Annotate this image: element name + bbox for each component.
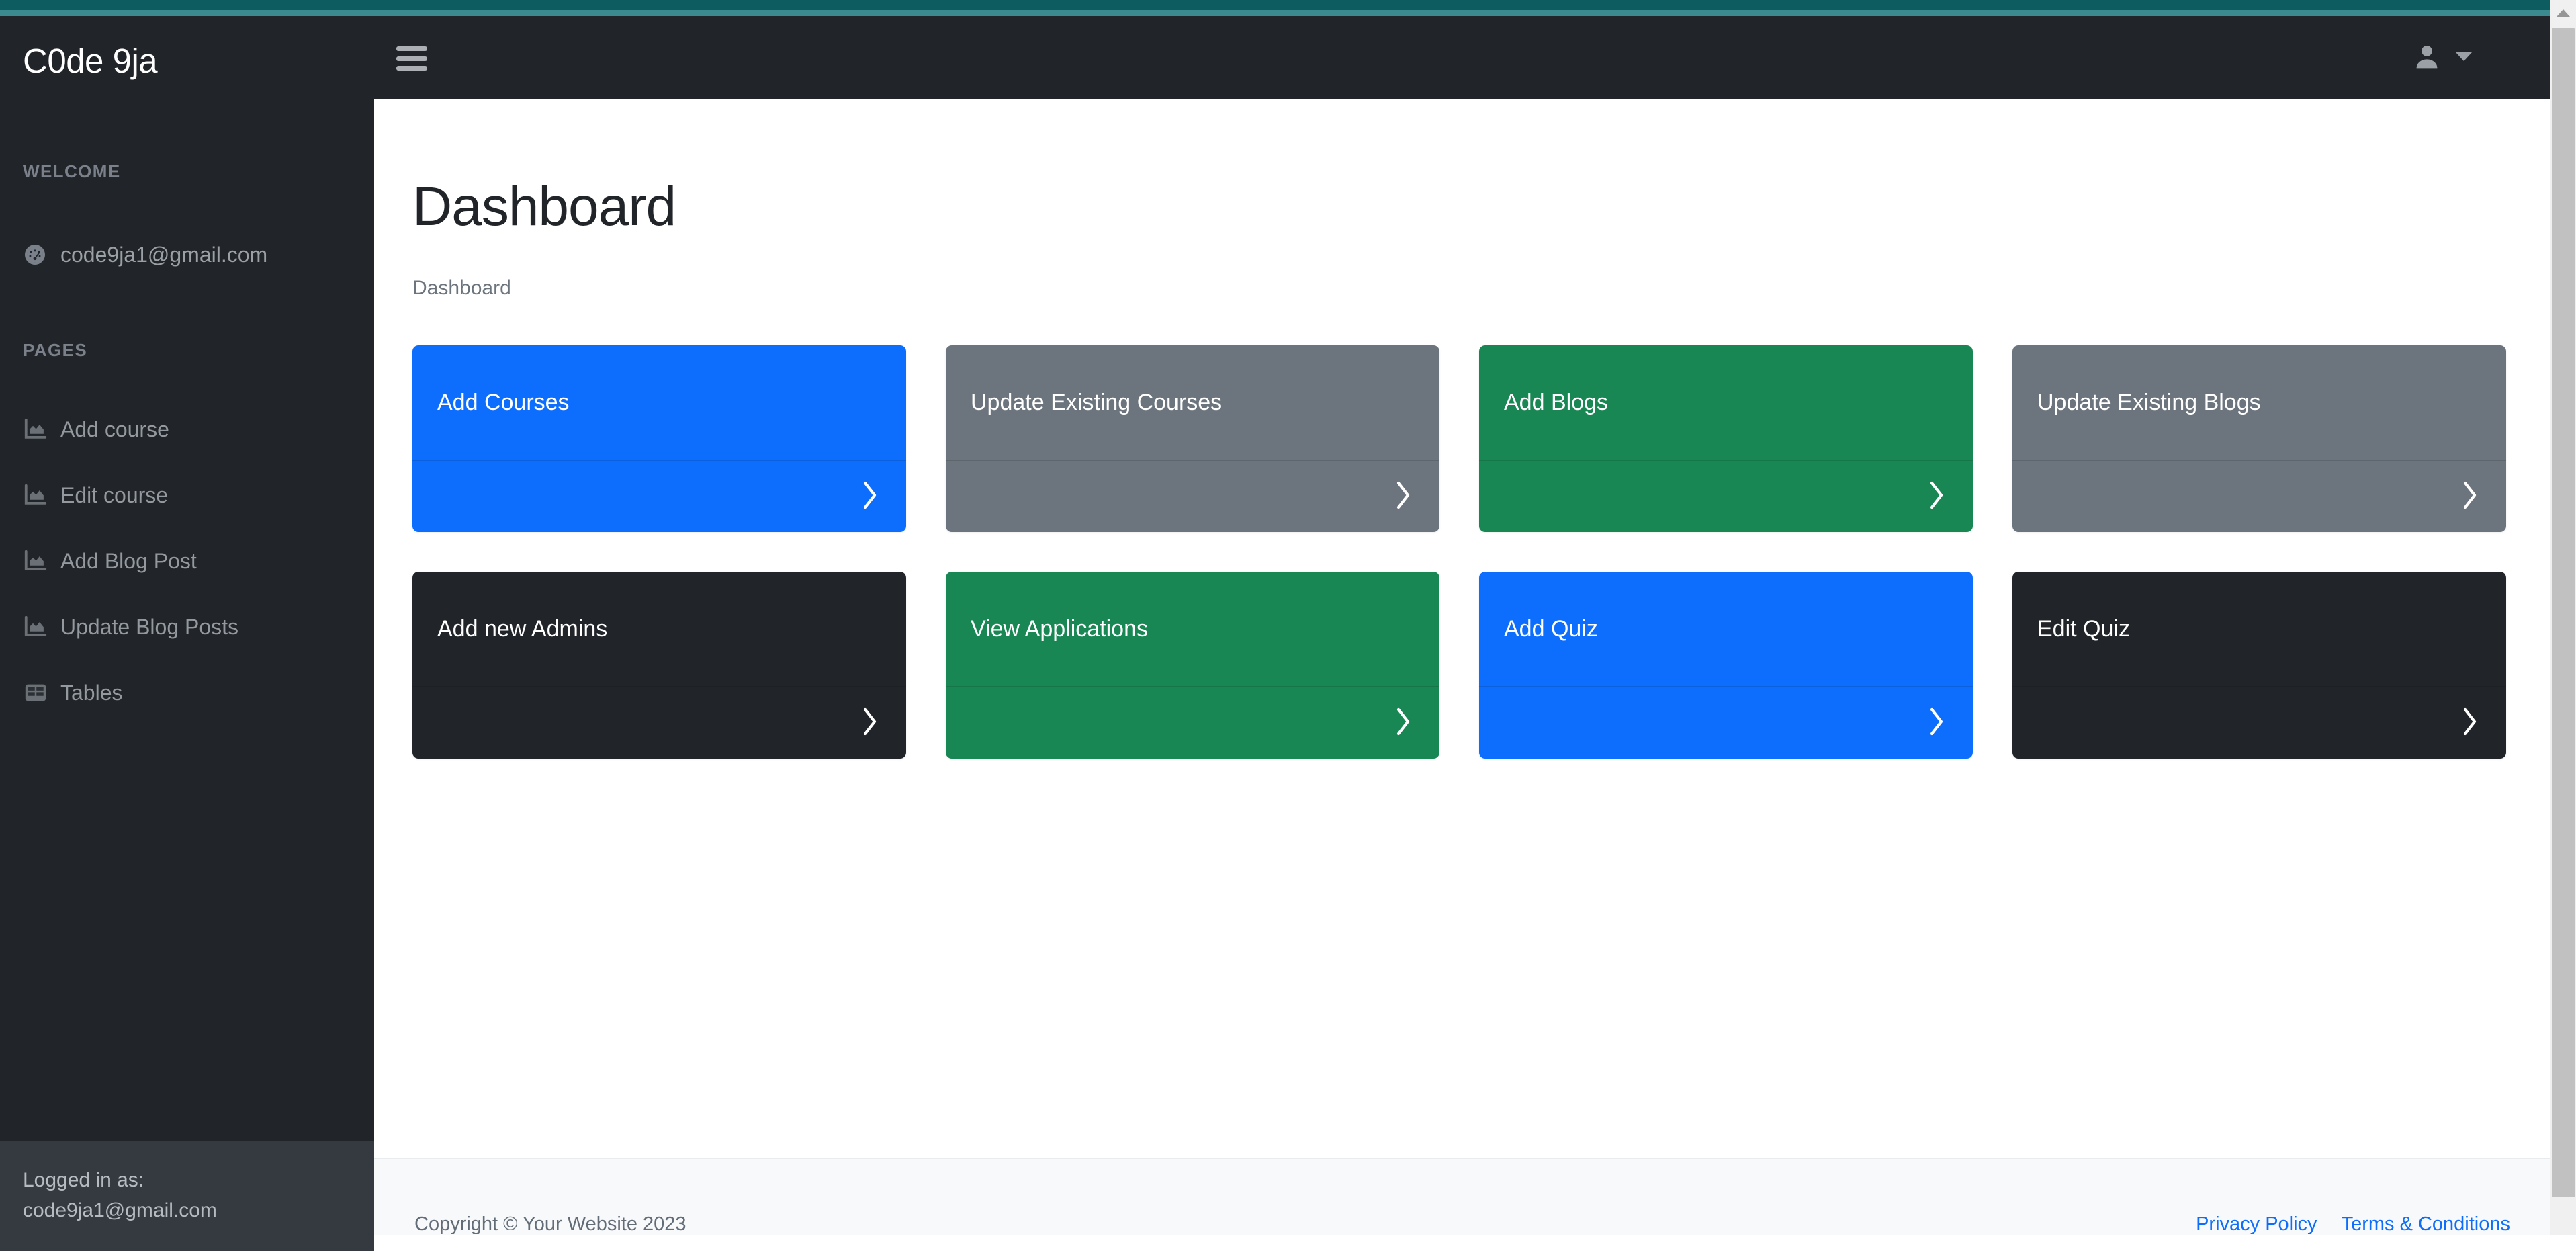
chevron-right-icon [1928, 480, 1946, 513]
dashboard-card-title: Add Quiz [1504, 615, 1598, 642]
sidebar-item-label: Add course [60, 417, 169, 441]
dashboard-card-footer[interactable] [1479, 686, 1973, 759]
chevron-right-icon [862, 707, 879, 740]
brand-logo[interactable]: C0de 9ja [23, 41, 158, 81]
dashboard-card[interactable]: Edit Quiz [2012, 572, 2506, 759]
area-chart-icon [23, 548, 60, 574]
dashboard-card-body: Update Existing Blogs [2012, 345, 2506, 460]
dashboard-card-title: Add new Admins [437, 615, 608, 642]
dashboard-card-body: Add Blogs [1479, 345, 1973, 460]
chevron-right-icon [1928, 707, 1946, 740]
sidebar-item-label: Update Blog Posts [60, 614, 239, 639]
dashboard-card-title: Add Blogs [1504, 389, 1608, 415]
privacy-policy-link[interactable]: Privacy Policy [2196, 1213, 2317, 1236]
dashboard-card-footer[interactable] [412, 460, 906, 532]
sidebar-footer: Logged in as: code9ja1@gmail.com [0, 1141, 374, 1251]
browser-scrollbar[interactable] [2550, 0, 2576, 1235]
chevron-down-icon [2455, 51, 2473, 65]
chevron-right-icon [1395, 480, 1413, 513]
sidebar-item-add-course[interactable]: Add course [0, 406, 374, 453]
sidebar-item-tables[interactable]: Tables [0, 669, 374, 716]
top-navbar [374, 16, 2550, 99]
dashboard-card[interactable]: Add Blogs [1479, 345, 1973, 532]
sidebar-item-add-blog-post[interactable]: Add Blog Post [0, 537, 374, 585]
dashboard-card-title: Update Existing Courses [971, 389, 1223, 415]
tachometer-dashboard-icon [23, 243, 60, 267]
dashboard-card[interactable]: Update Existing Courses [946, 345, 1439, 532]
chevron-right-icon [1395, 707, 1413, 740]
dashboard-card-title: View Applications [971, 615, 1148, 642]
breadcrumb: Dashboard [412, 277, 511, 299]
sidebar-item-label: Add Blog Post [60, 548, 197, 573]
dashboard-card-body: Add Quiz [1479, 572, 1973, 686]
dashboard-card-title: Edit Quiz [2037, 615, 2130, 642]
table-icon [23, 680, 60, 705]
scroll-up-arrow-icon[interactable] [2550, 0, 2576, 26]
dashboard-card-body: Edit Quiz [2012, 572, 2506, 686]
logged-in-as-email: code9ja1@gmail.com [23, 1199, 217, 1221]
main-content: Dashboard Dashboard Add Courses Update Ex… [374, 99, 2550, 1235]
dashboard-card[interactable]: Add Quiz [1479, 572, 1973, 759]
sidebar: C0de 9ja WELCOME code9ja1@gmail.com PAGE… [0, 16, 374, 1251]
sidebar-item-user-email[interactable]: code9ja1@gmail.com [0, 231, 374, 278]
sidebar-item-label: Tables [60, 680, 123, 705]
hamburger-menu-icon[interactable] [396, 46, 427, 71]
page-title: Dashboard [412, 176, 676, 237]
dashboard-card-title: Update Existing Blogs [2037, 389, 2261, 415]
sidebar-heading-welcome: WELCOME [23, 161, 121, 181]
sidebar-heading-pages: PAGES [23, 340, 88, 360]
user-avatar-icon [2412, 42, 2442, 75]
dashboard-card-title: Add Courses [437, 389, 570, 415]
area-chart-icon [23, 417, 60, 442]
footer-copyright: Copyright © Your Website 2023 [414, 1213, 686, 1235]
dashboard-card[interactable]: Add Courses [412, 345, 906, 532]
dashboard-card-grid: Add Courses Update Existing Courses Add Bl… [412, 345, 2515, 759]
chevron-right-icon [2462, 480, 2479, 513]
footer-links: Privacy Policy Terms & Conditions [2196, 1213, 2510, 1236]
dashboard-card-body: View Applications [946, 572, 1439, 686]
chevron-right-icon [2462, 707, 2479, 740]
top-accent-bar-light [0, 10, 2550, 16]
sidebar-item-update-blog-posts[interactable]: Update Blog Posts [0, 603, 374, 650]
dashboard-card[interactable]: View Applications [946, 572, 1439, 759]
dashboard-card-footer[interactable] [946, 686, 1439, 759]
dashboard-card-body: Update Existing Courses [946, 345, 1439, 460]
sidebar-item-label: Edit course [60, 482, 169, 507]
dashboard-card-footer[interactable] [2012, 686, 2506, 759]
scrollbar-thumb[interactable] [2552, 28, 2575, 1197]
dashboard-card-body: Add new Admins [412, 572, 906, 686]
page-footer: Copyright © Your Website 2023 Privacy Po… [374, 1158, 2550, 1235]
dashboard-card-body: Add Courses [412, 345, 906, 460]
logged-in-as-label: Logged in as: [23, 1169, 144, 1191]
sidebar-user-email-label: code9ja1@gmail.com [60, 242, 268, 267]
dashboard-card-footer[interactable] [1479, 460, 1973, 532]
dashboard-card[interactable]: Add new Admins [412, 572, 906, 759]
area-chart-icon [23, 482, 60, 508]
dashboard-card-footer[interactable] [946, 460, 1439, 532]
user-menu-button[interactable] [2412, 42, 2473, 75]
top-accent-bar-dark [0, 0, 2550, 10]
area-chart-icon [23, 614, 60, 640]
dashboard-card-footer[interactable] [2012, 460, 2506, 532]
sidebar-item-edit-course[interactable]: Edit course [0, 472, 374, 519]
dashboard-card[interactable]: Update Existing Blogs [2012, 345, 2506, 532]
dashboard-card-footer[interactable] [412, 686, 906, 759]
terms-conditions-link[interactable]: Terms & Conditions [2342, 1213, 2510, 1236]
chevron-right-icon [862, 480, 879, 513]
